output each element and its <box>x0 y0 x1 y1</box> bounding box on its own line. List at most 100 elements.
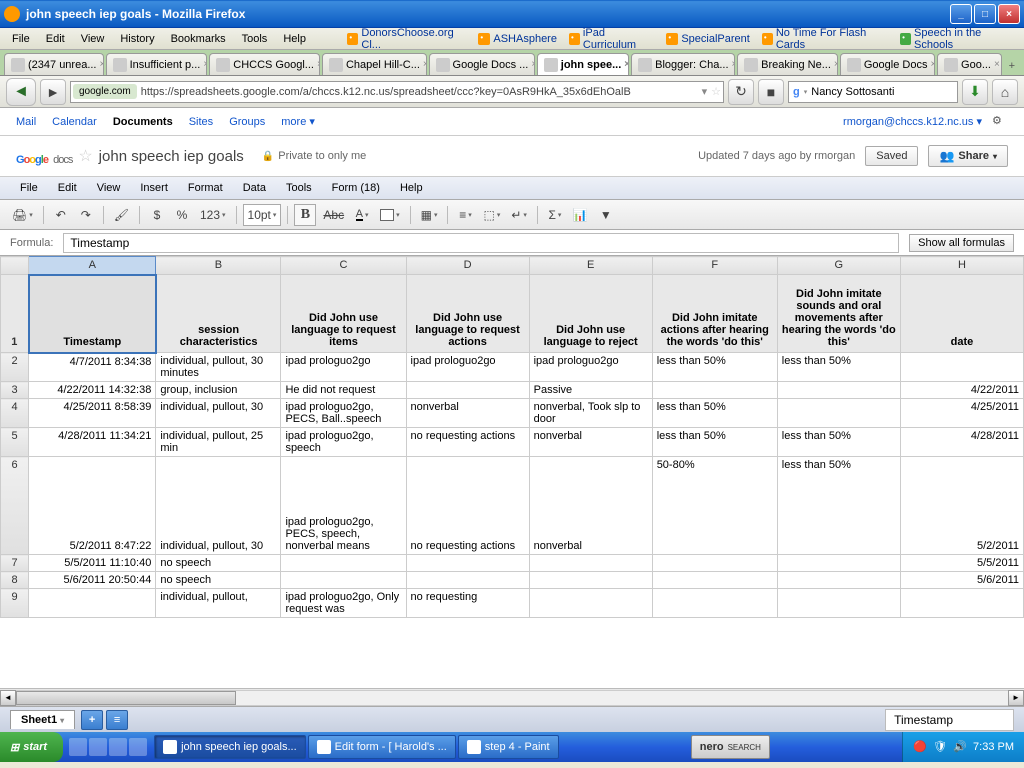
add-sheet-button[interactable]: + <box>81 710 103 730</box>
browser-tab[interactable]: Google Docs ...× <box>429 53 535 75</box>
scroll-track[interactable] <box>16 690 1008 706</box>
bookmark-item[interactable]: ASHAsphere <box>472 31 563 47</box>
filter-button[interactable]: ▼ <box>595 204 617 226</box>
col-header-G[interactable]: G <box>777 257 900 275</box>
start-button[interactable]: ⊞start <box>0 732 63 762</box>
nav-reload-button[interactable]: ↻ <box>728 79 754 105</box>
menu-form[interactable]: Form (18) <box>322 179 390 197</box>
tray-icon[interactable]: 🔊 <box>953 740 967 754</box>
bookmark-item[interactable]: DonorsChoose.org Cl... <box>341 25 472 53</box>
cell[interactable] <box>777 589 900 618</box>
nav-back-button[interactable]: ◄ <box>6 78 36 106</box>
ff-menu-edit[interactable]: Edit <box>38 31 73 47</box>
share-button[interactable]: 👥Share ▾ <box>928 145 1008 167</box>
browser-tab[interactable]: Chapel Hill-C...× <box>322 53 427 75</box>
tab-close-icon[interactable]: × <box>100 59 104 70</box>
menu-help[interactable]: Help <box>390 179 433 197</box>
new-tab-button[interactable]: + <box>1004 57 1020 75</box>
cell[interactable]: 5/6/2011 <box>900 572 1023 589</box>
format-currency-button[interactable]: $ <box>146 204 168 226</box>
bookmark-item[interactable]: SpecialParent <box>660 31 756 47</box>
cell[interactable] <box>29 589 156 618</box>
cell[interactable]: no requesting actions <box>406 428 529 457</box>
cell[interactable]: 4/28/2011 11:34:21 <box>29 428 156 457</box>
col-header-B[interactable]: B <box>156 257 281 275</box>
text-color-button[interactable]: A <box>351 204 373 226</box>
cell[interactable]: ipad prologuo2go <box>406 353 529 382</box>
nav-mail[interactable]: Mail <box>16 116 36 128</box>
cell[interactable] <box>281 572 406 589</box>
cell[interactable] <box>529 589 652 618</box>
ff-menu-history[interactable]: History <box>112 31 162 47</box>
cell[interactable]: nonverbal <box>529 428 652 457</box>
nav-documents[interactable]: Documents <box>113 116 173 128</box>
cell[interactable] <box>777 555 900 572</box>
row-number[interactable]: 6 <box>1 457 29 555</box>
scroll-right-button[interactable]: ► <box>1008 690 1024 706</box>
tab-close-icon[interactable]: × <box>732 59 736 70</box>
tab-close-icon[interactable]: × <box>531 59 534 70</box>
ff-menu-file[interactable]: File <box>4 31 38 47</box>
ff-menu-view[interactable]: View <box>73 31 113 47</box>
tab-close-icon[interactable]: × <box>203 59 207 70</box>
cell[interactable] <box>652 555 777 572</box>
tab-close-icon[interactable]: × <box>423 59 427 70</box>
tray-icon[interactable]: 🔴 <box>913 740 927 754</box>
cell[interactable]: ipad prologuo2go <box>281 353 406 382</box>
cell[interactable]: ipad prologuo2go <box>529 353 652 382</box>
col-header-D[interactable]: D <box>406 257 529 275</box>
cell[interactable]: individual, pullout, 30 <box>156 457 281 555</box>
borders-button[interactable]: ▦ <box>417 204 442 226</box>
menu-file[interactable]: File <box>10 179 48 197</box>
fill-color-button[interactable] <box>376 204 404 226</box>
cell[interactable]: 5/5/2011 <box>900 555 1023 572</box>
privacy-indicator[interactable]: 🔒 Private to only me <box>262 150 367 162</box>
cell[interactable]: ipad prologuo2go, PECS, speech, nonverba… <box>281 457 406 555</box>
star-icon[interactable]: ☆ <box>711 85 721 98</box>
select-all-corner[interactable] <box>1 257 29 275</box>
ql-icon[interactable] <box>109 738 127 756</box>
cell[interactable] <box>406 555 529 572</box>
url-bar[interactable]: google.com https://spreadsheets.google.c… <box>70 81 724 103</box>
ql-icon[interactable] <box>69 738 87 756</box>
tab-close-icon[interactable]: × <box>930 59 935 70</box>
menu-tools[interactable]: Tools <box>276 179 322 197</box>
row-number[interactable]: 4 <box>1 399 29 428</box>
taskbar-nero[interactable]: nero SEARCH <box>691 735 770 759</box>
cell[interactable]: 4/22/2011 <box>900 382 1023 399</box>
search-bar[interactable]: g▾ Nancy Sottosanti <box>788 81 958 103</box>
cell[interactable]: 5/2/2011 <box>900 457 1023 555</box>
cell[interactable] <box>652 382 777 399</box>
format-percent-button[interactable]: % <box>171 204 193 226</box>
browser-tab[interactable]: Breaking Ne...× <box>737 53 838 75</box>
align-button[interactable]: ≡ <box>454 204 476 226</box>
spreadsheet-grid[interactable]: A B C D E F G H 1 Timestamp session char… <box>0 256 1024 688</box>
nav-sites[interactable]: Sites <box>189 116 213 128</box>
cell[interactable]: nonverbal, Took slp to door <box>529 399 652 428</box>
formula-button[interactable]: Σ <box>544 204 566 226</box>
bookmark-item[interactable]: iPad Curriculum <box>563 25 660 53</box>
cell[interactable]: 4/25/2011 <box>900 399 1023 428</box>
cell[interactable] <box>281 555 406 572</box>
format-number-button[interactable]: 123 <box>196 204 230 226</box>
sheet-tab-active[interactable]: Sheet1 <box>10 710 75 729</box>
cell[interactable]: 5/6/2011 20:50:44 <box>29 572 156 589</box>
cell[interactable]: 4/28/2011 <box>900 428 1023 457</box>
cell[interactable]: nonverbal <box>406 399 529 428</box>
row-number[interactable]: 5 <box>1 428 29 457</box>
header-cell[interactable]: Did John use language to request items <box>281 275 406 353</box>
browser-tab[interactable]: Insufficient p...× <box>106 53 208 75</box>
cell[interactable] <box>529 572 652 589</box>
cell[interactable]: individual, pullout, 30 minutes <box>156 353 281 382</box>
cell[interactable]: 5/2/2011 8:47:22 <box>29 457 156 555</box>
cell[interactable]: individual, pullout, 25 min <box>156 428 281 457</box>
bold-button[interactable]: B <box>294 204 316 226</box>
row-number[interactable]: 3 <box>1 382 29 399</box>
cell[interactable] <box>900 353 1023 382</box>
tab-close-icon[interactable]: × <box>994 59 1000 70</box>
formula-input[interactable]: Timestamp <box>63 233 899 253</box>
window-maximize-button[interactable]: □ <box>974 4 996 24</box>
cell[interactable]: 4/22/2011 14:32:38 <box>29 382 156 399</box>
menu-format[interactable]: Format <box>178 179 233 197</box>
cell[interactable]: no requesting <box>406 589 529 618</box>
